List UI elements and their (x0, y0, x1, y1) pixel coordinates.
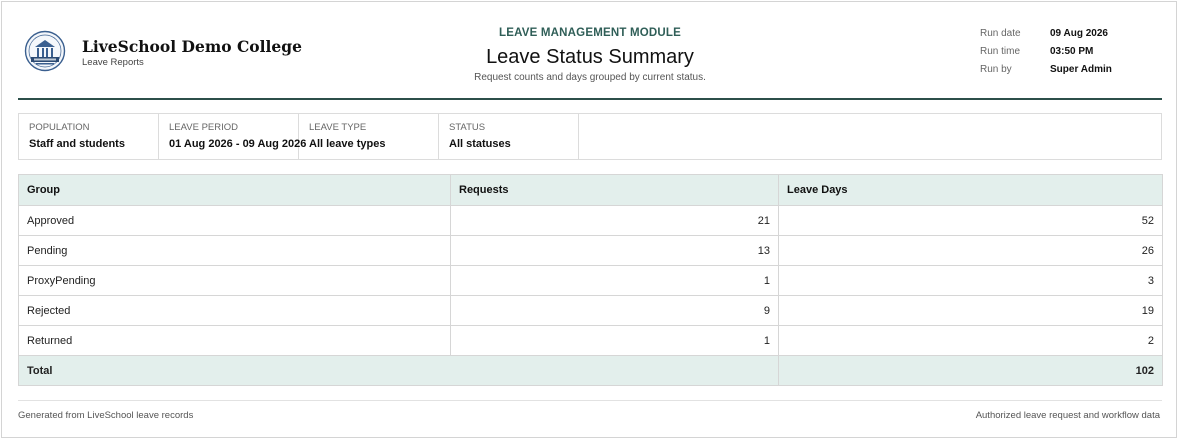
org-name: LiveSchool Demo College (82, 37, 302, 56)
org-subtitle: Leave Reports (82, 57, 144, 68)
cell-group: ProxyPending (18, 265, 451, 296)
table-header-row: Group Requests Leave Days (18, 174, 1163, 206)
cell-leave-days: 2 (778, 325, 1163, 356)
cell-leave-days: 52 (778, 205, 1163, 236)
cell-requests: 21 (450, 205, 779, 236)
table-total-row: Total 102 (18, 355, 1163, 386)
table-row: ProxyPending 1 3 (18, 265, 1163, 296)
column-header-requests: Requests (450, 174, 779, 206)
total-label: Total (18, 355, 779, 386)
footer-source: Generated from LiveSchool leave records (18, 410, 194, 421)
cell-requests: 1 (450, 325, 779, 356)
run-time-label: Run time (980, 46, 1021, 57)
filter-label: LEAVE TYPE (309, 122, 367, 133)
page-subtitle: Request counts and days grouped by curre… (474, 72, 706, 83)
module-label: LEAVE MANAGEMENT MODULE (499, 27, 681, 39)
run-by-row: Run by Super Admin (980, 64, 1160, 82)
page-title: Leave Status Summary (486, 46, 694, 68)
column-header-group: Group (18, 174, 451, 206)
cell-requests: 9 (450, 295, 779, 326)
report-page: LiveSchool Demo College Leave Reports LE… (1, 1, 1177, 438)
status-summary-table: Group Requests Leave Days Approved 21 52… (18, 174, 1163, 386)
table-row: Returned 1 2 (18, 325, 1163, 356)
run-by-value: Super Admin (1050, 64, 1112, 75)
footer-divider (18, 400, 1162, 401)
run-by-label: Run by (980, 64, 1012, 75)
total-leave-days: 102 (778, 355, 1163, 386)
cell-leave-days: 26 (778, 235, 1163, 266)
table-row: Rejected 9 19 (18, 295, 1163, 326)
cell-requests: 1 (450, 265, 779, 296)
filter-summary: POPULATION Staff and students LEAVE PERI… (18, 113, 1162, 160)
filter-population: POPULATION Staff and students (19, 114, 159, 159)
table-row: Pending 13 26 (18, 235, 1163, 266)
filter-leave-type: LEAVE TYPE All leave types (299, 114, 439, 159)
run-date-label: Run date (980, 28, 1021, 39)
column-header-leave-days: Leave Days (778, 174, 1163, 206)
run-time-row: Run time 03:50 PM (980, 46, 1160, 64)
cell-group: Approved (18, 205, 451, 236)
run-time-value: 03:50 PM (1050, 46, 1094, 57)
filter-label: STATUS (449, 122, 486, 133)
filter-value: 01 Aug 2026 - 09 Aug 2026 (169, 138, 307, 150)
cell-requests: 13 (450, 235, 779, 266)
cell-group: Returned (18, 325, 451, 356)
filter-value: Staff and students (29, 138, 125, 150)
run-meta: Run date 09 Aug 2026 Run time 03:50 PM R… (980, 28, 1160, 82)
cell-leave-days: 19 (778, 295, 1163, 326)
filter-value: All statuses (449, 138, 511, 150)
filter-leave-period: LEAVE PERIOD 01 Aug 2026 - 09 Aug 2026 (159, 114, 307, 159)
filter-label: POPULATION (29, 122, 90, 133)
cell-group: Pending (18, 235, 451, 266)
filter-status: STATUS All statuses (439, 114, 579, 159)
cell-group: Rejected (18, 295, 451, 326)
footer-note: Authorized leave request and workflow da… (975, 410, 1160, 421)
filter-value: All leave types (309, 138, 386, 150)
college-crest-icon (24, 30, 66, 72)
cell-leave-days: 3 (778, 265, 1163, 296)
run-date-row: Run date 09 Aug 2026 (980, 28, 1160, 46)
table-row: Approved 21 52 (18, 205, 1163, 236)
filter-label: LEAVE PERIOD (169, 122, 238, 133)
report-header: LiveSchool Demo College Leave Reports LE… (18, 2, 1162, 100)
run-date-value: 09 Aug 2026 (1050, 28, 1108, 39)
